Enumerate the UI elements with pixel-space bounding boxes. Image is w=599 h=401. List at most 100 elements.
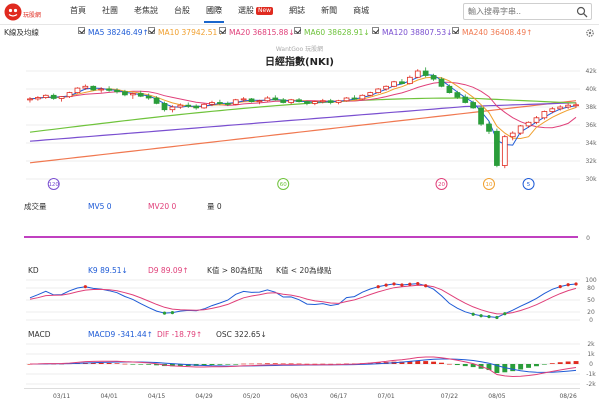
macd-axis-label: -2k <box>586 381 596 388</box>
candle-body <box>406 76 413 84</box>
kd-red-dot <box>384 283 388 287</box>
candle-body <box>501 136 508 166</box>
nav-item-label: 選股 <box>238 6 254 15</box>
candle-body <box>27 98 33 101</box>
ma10-checkbox[interactable] <box>148 27 155 34</box>
kd-red-dot <box>574 282 578 286</box>
nav-item-label: 國際 <box>206 6 222 15</box>
candle-body <box>533 117 540 123</box>
candle-body <box>430 75 437 80</box>
kd-axis-label: 100 <box>585 277 597 284</box>
top-nav-bar: 玩股網 首頁 社團 老焦說 台股 國際 選股 New 網誌 新聞 商城 <box>0 0 599 25</box>
candle-body <box>470 102 477 109</box>
candle-body <box>66 92 73 98</box>
candle-body <box>82 85 89 89</box>
nav-item-jiao[interactable]: 老焦說 <box>126 0 166 24</box>
osc-bar <box>296 363 302 365</box>
event-marker-label: 60 <box>280 182 287 188</box>
candle-body <box>98 88 105 91</box>
candle-body <box>549 108 556 112</box>
osc-bar <box>439 362 444 364</box>
search-input[interactable] <box>468 5 568 18</box>
ma60-checkbox[interactable] <box>294 27 301 34</box>
osc-bar <box>264 363 270 364</box>
candle-body <box>145 95 152 99</box>
main-nav: 首頁 社團 老焦說 台股 國際 選股 New 網誌 新聞 商城 <box>62 0 377 24</box>
new-badge: New <box>256 6 274 15</box>
ma120-checkbox[interactable] <box>372 27 379 34</box>
volume-chart[interactable]: 0 <box>0 212 599 262</box>
nav-item-international[interactable]: 國際 <box>198 0 230 24</box>
search-icon[interactable] <box>576 6 588 18</box>
candle-body <box>312 101 318 104</box>
candle-body <box>177 104 184 108</box>
nav-item-tw-stock[interactable]: 台股 <box>166 0 198 24</box>
kd-red-dot <box>416 282 420 286</box>
ma20-checkbox[interactable] <box>219 27 226 34</box>
kd-red-dot <box>558 285 562 289</box>
price-axis-label: 32k <box>585 158 597 165</box>
candle-body <box>240 98 247 101</box>
candle-body <box>517 125 524 134</box>
osc-bar <box>146 364 152 365</box>
nav-item-blog[interactable]: 網誌 <box>281 0 313 24</box>
osc-bar <box>138 364 144 365</box>
nav-item-home[interactable]: 首頁 <box>62 0 94 24</box>
osc-bar <box>541 364 547 365</box>
candle-body <box>343 97 350 102</box>
nav-item-club[interactable]: 社團 <box>94 0 126 24</box>
logo-subtext: 玩股網 <box>23 12 42 19</box>
date-label: 07/22 <box>441 393 458 400</box>
osc-bar <box>549 363 555 364</box>
candle-body <box>422 70 429 76</box>
candle-body <box>42 94 49 98</box>
kd-red-dot <box>424 284 428 288</box>
kd-red-dot <box>408 282 412 286</box>
candle-body <box>383 85 389 90</box>
candle-body <box>153 97 160 104</box>
nav-item-screener[interactable]: 選股 New <box>230 0 281 24</box>
date-label: 06/03 <box>290 393 307 400</box>
candle-body <box>209 102 215 105</box>
ma5-checkbox[interactable] <box>78 27 85 34</box>
candle-body <box>50 94 57 99</box>
price-chart[interactable]: 42k 40k 38k 36k 34k 32k 30k 120 60 20 10 5 <box>0 40 599 192</box>
osc-bar <box>415 360 421 364</box>
candle-body <box>248 98 255 103</box>
chart-type-label[interactable]: K線及均線 <box>4 27 39 39</box>
date-label: 05/20 <box>243 393 260 400</box>
kd-axis-label: 80 <box>587 285 595 292</box>
nav-item-news[interactable]: 新聞 <box>313 0 345 24</box>
ma5-label: MA5 38246.49↑ <box>88 28 149 37</box>
macd-chart[interactable]: 2k 1k 0 -1k -2k <box>0 340 599 388</box>
candle-body <box>367 92 374 96</box>
kd-chart[interactable]: 10080 50 200 <box>0 276 599 324</box>
date-label: 04/15 <box>148 393 165 400</box>
price-axis-label: 30k <box>585 176 597 183</box>
candle-body <box>201 103 207 109</box>
kd-axis-label: 0 <box>589 317 593 324</box>
candle-body <box>438 78 445 87</box>
candle-body <box>58 96 65 99</box>
kd-green-dot <box>479 314 483 318</box>
nav-item-mall[interactable]: 商城 <box>345 0 377 24</box>
candle-body <box>90 85 97 91</box>
ma10-line <box>29 76 577 140</box>
osc-bar <box>130 364 136 365</box>
ma240-checkbox[interactable] <box>452 27 459 34</box>
date-label: 07/01 <box>377 393 394 400</box>
osc-bar <box>431 361 437 364</box>
candle-body <box>106 88 112 91</box>
osc-bar <box>217 364 223 365</box>
candle-body <box>296 99 302 102</box>
wantgoo-logo[interactable]: 玩股網 <box>3 2 47 22</box>
candle-body <box>414 70 421 78</box>
settings-gear-icon[interactable] <box>585 28 595 38</box>
osc-bar <box>257 363 262 365</box>
osc-bar <box>446 363 452 365</box>
candle-body <box>351 97 358 100</box>
osc-bar <box>114 363 120 364</box>
candle-body <box>129 93 136 96</box>
osc-bar <box>573 361 579 364</box>
candle-body <box>264 97 271 102</box>
